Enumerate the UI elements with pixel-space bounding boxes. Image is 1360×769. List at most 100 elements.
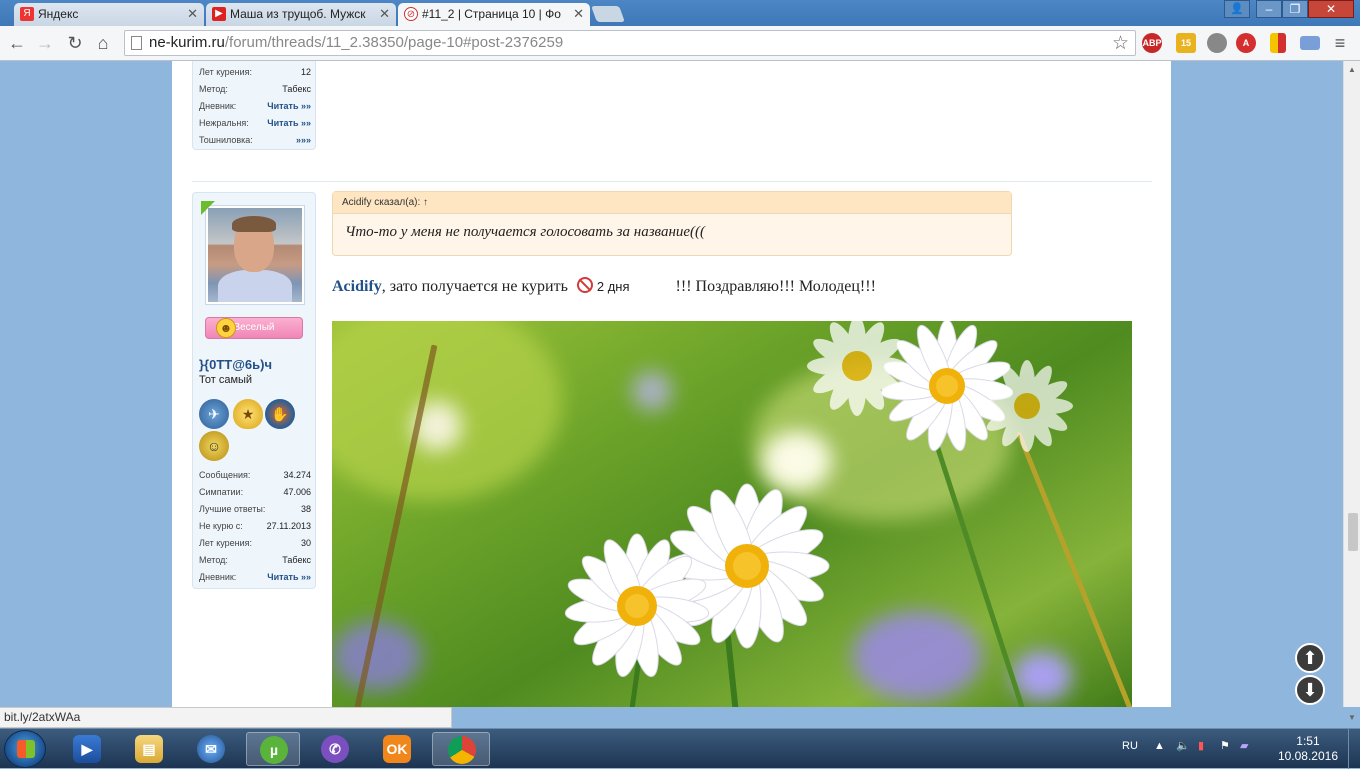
tab-title: Яндекс [38,7,79,21]
windows-logo-icon [17,740,35,758]
stat-row: Лучшие ответы: 38 [199,504,311,514]
tab-strip: Я Яндекс ✕ ▶ Маша из трущоб. Мужск ✕ ⊘ #… [0,0,1360,26]
award-medal-icon[interactable]: ★ [233,399,263,429]
clock[interactable]: 1:51 10.08.2016 [1278,734,1338,764]
diary-link[interactable]: Читать »» [267,572,311,582]
daisy-flower [807,321,907,416]
show-desktop-button[interactable] [1348,729,1360,769]
stat-row: Сообщения: 34.274 [199,470,311,480]
language-indicator[interactable]: RU [1122,740,1138,752]
windows-taskbar: ▶ ▤ ✉ µ ✆ OK RU ▲ 🔈 ▮ ⚑ ▰ 1:51 10.08.201… [0,728,1360,769]
scroll-to-bottom-button[interactable]: ⬇ [1295,675,1325,705]
stat-row: Симпатии: 47.006 [199,487,311,497]
antivirus-icon[interactable]: A [1236,33,1256,53]
mood-badge: ☻ Веселый [205,317,303,339]
tab-forum[interactable]: ⊘ #11_2 | Страница 10 | Фо ✕ [398,3,590,26]
award-rocket-icon[interactable]: ✈ [199,399,229,429]
maximize-button[interactable]: ❐ [1282,0,1308,18]
page-icon [131,36,142,50]
scroll-to-top-button[interactable]: ⬆ [1295,643,1325,673]
back-button[interactable]: ← [6,32,28,54]
forum-page: Лет курения: 12 Метод: Табекс Дневник: Чита… [172,61,1171,707]
user-title: Тот самый [199,374,253,386]
taskbar-thunderbird[interactable]: ✉ [184,732,238,766]
quote-author[interactable]: Acidify сказал(а): ↑ [333,192,1011,214]
stat-row: Дневник: Читать »» [199,101,311,111]
menu-icon[interactable]: ≡ [1330,33,1350,53]
tab-title: Маша из трущоб. Мужск [230,7,366,21]
system-tray: RU ▲ 🔈 ▮ ⚑ ▰ 1:51 10.08.2016 [1120,729,1360,769]
toshnilovka-link[interactable]: »»» [296,135,311,145]
new-tab-button[interactable] [591,6,625,22]
reload-button[interactable]: ↻ [64,32,86,54]
avatar[interactable] [205,205,305,305]
days-counter: 2 дня [596,279,630,294]
yandex-icon: Я [20,7,34,21]
scroll-down-arrow-icon[interactable]: ▼ [1348,713,1356,722]
daisy-photo[interactable] [332,321,1132,707]
no-smoking-icon: ⊘ [404,7,418,21]
user-icon[interactable]: 👤 [1224,0,1250,18]
user-sidebar: ☻ Веселый }{0ТТ@6ь)ч Тот самый ✈ ★ ✋ ☺ С… [192,192,316,589]
taskbar-chrome[interactable] [432,732,490,766]
close-icon[interactable]: ✕ [187,3,198,25]
award-hand-icon[interactable]: ✋ [265,399,295,429]
page-scrollbar[interactable]: ▲ ▼ [1343,61,1360,722]
online-indicator [201,201,215,215]
status-url: bit.ly/2atxWAa [0,707,452,728]
username-link[interactable]: }{0ТТ@6ь)ч [199,357,272,372]
youtube-icon: ▶ [212,7,226,21]
address-bar[interactable]: ne-kurim.ru/forum/threads/11_2.38350/pag… [124,30,1136,56]
scrollbar-thumb[interactable] [1348,513,1358,551]
taskbar-utorrent[interactable]: µ [246,732,300,766]
quote-text: Что-то у меня не получается голосовать з… [345,224,706,240]
tab-yandex[interactable]: Я Яндекс ✕ [14,3,204,26]
flag-icon[interactable]: ⚑ [1220,739,1230,752]
smile-icon: ☻ [216,318,236,338]
forward-button[interactable]: → [34,32,56,54]
stat-row: Лет курения: 30 [199,538,311,548]
network-icon[interactable]: ▮ [1198,739,1204,752]
taskbar-odnoklassniki[interactable]: OK [370,732,424,766]
stat-row: Метод: Табекс [199,84,311,94]
stat-row: Не курю с: 27.11.2013 [199,521,311,531]
tab-youtube[interactable]: ▶ Маша из трущоб. Мужск ✕ [206,3,396,26]
volume-icon[interactable]: 🔈 [1176,739,1190,752]
stat-row: Метод: Табекс [199,555,311,565]
viber-tray-icon[interactable]: ▰ [1240,739,1248,752]
prev-user-sidebar: Лет курения: 12 Метод: Табекс Дневник: Чита… [192,61,316,150]
taskbar-media-player[interactable]: ▶ [60,732,114,766]
stat-row: Тошниловка:»»» [199,135,311,145]
adblock-icon[interactable]: ABP [1142,33,1162,53]
daisy-flower [981,360,1073,452]
bookmark-star-icon[interactable]: ☆ [1112,32,1129,55]
close-icon[interactable]: ✕ [573,3,584,25]
daisy-flower [564,533,710,678]
no-smoking-icon [576,277,593,293]
award-smiley-icon[interactable]: ☺ [199,431,229,461]
stat-row: Нежральня: Читать »» [199,118,311,128]
mention-link[interactable]: Acidify [332,278,382,295]
home-icon[interactable]: ⌂ [92,32,114,54]
bookmark-flag-icon[interactable] [1270,33,1286,53]
minimize-button[interactable]: – [1256,0,1282,18]
show-hidden-icons-icon[interactable]: ▲ [1154,740,1165,752]
diary-link[interactable]: Читать »» [267,101,311,111]
tab-title: #11_2 | Страница 10 | Фо [422,7,561,21]
stat-row: Лет курения: 12 [199,67,311,77]
scroll-up-arrow-icon[interactable]: ▲ [1348,65,1356,74]
close-icon[interactable]: ✕ [379,3,390,25]
extension-badge-icon[interactable]: 15 [1176,33,1196,53]
post-message: Acidify, зато получается не курить 2 дня… [332,277,876,295]
taskbar-viber[interactable]: ✆ [308,732,362,766]
extension-icon[interactable] [1207,33,1227,53]
taskbar-explorer[interactable]: ▤ [122,732,176,766]
quote-block: Acidify сказал(а): ↑ Что-то у меня не по… [332,191,1012,256]
mail-icon[interactable] [1300,36,1320,50]
nezhralnya-link[interactable]: Читать »» [267,118,311,128]
stat-row: Дневник: Читать »» [199,572,311,582]
close-window-button[interactable]: ✕ [1308,0,1354,18]
url-text: ne-kurim.ru/forum/threads/11_2.38350/pag… [149,34,564,51]
browser-toolbar: ← → ↻ ⌂ ne-kurim.ru/forum/threads/11_2.3… [0,26,1360,61]
start-button[interactable] [4,730,46,768]
